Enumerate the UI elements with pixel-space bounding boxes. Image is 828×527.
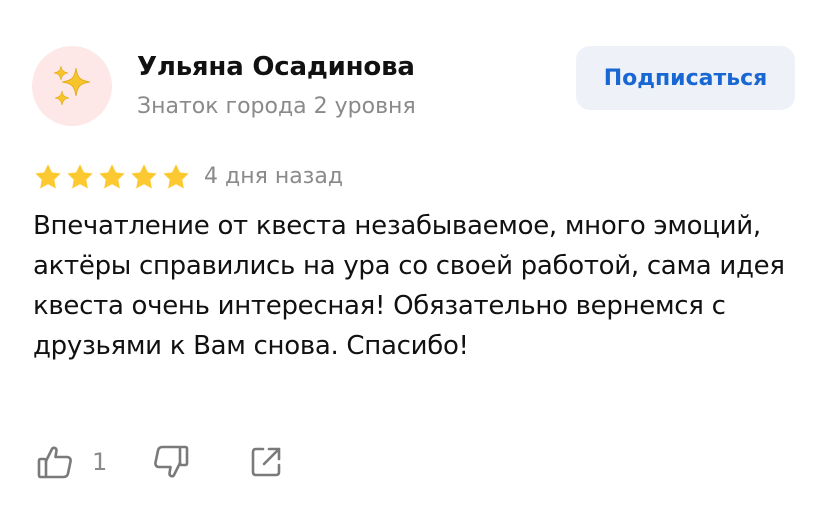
share-icon [248,444,284,480]
star-icon [67,164,93,189]
like-count: 1 [92,448,108,476]
author-name[interactable]: Ульяна Осадинова [137,52,415,82]
review-card: Ульяна Осадинова Знаток города 2 уровня … [0,0,828,527]
share-button[interactable] [248,444,284,480]
author-level: Знаток города 2 уровня [137,94,416,119]
dislike-button[interactable] [150,442,190,482]
rating-stars [33,162,191,192]
avatar[interactable] [32,46,112,126]
sparkles-icon [48,62,96,110]
review-text: Впечатление от квеста незабываемое, мног… [33,211,785,361]
star-icon [35,164,61,189]
like-button[interactable]: 1 [36,442,107,482]
thumbs-down-icon [150,442,190,482]
star-icon [99,164,125,189]
star-icon [163,164,189,189]
star-icon [131,164,157,189]
subscribe-button[interactable]: Подписаться [576,46,795,110]
thumbs-up-icon [36,442,76,482]
review-date: 4 дня назад [204,164,344,189]
